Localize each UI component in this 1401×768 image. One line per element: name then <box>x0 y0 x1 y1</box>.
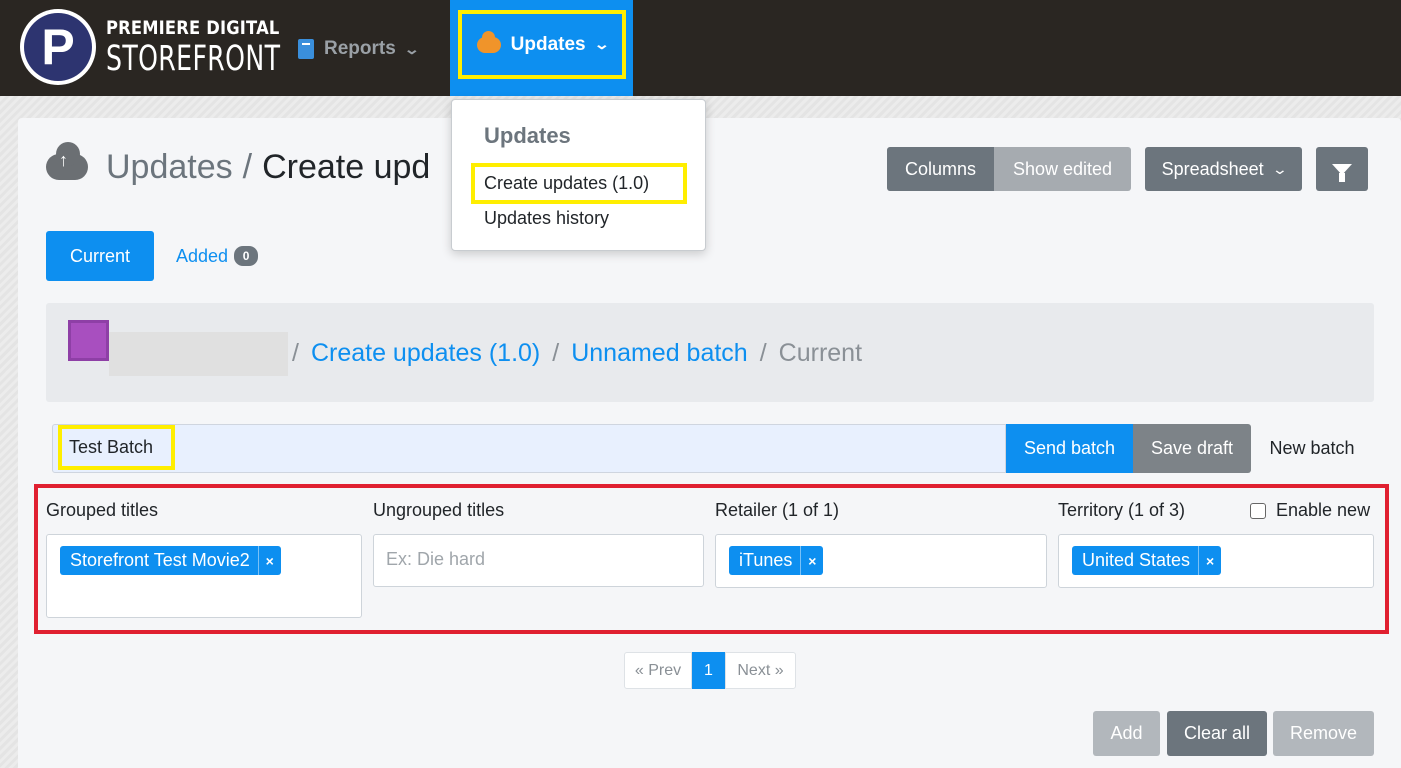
close-icon[interactable]: × <box>800 546 823 575</box>
breadcrumb-current: Current <box>778 338 863 367</box>
nav-updates-label: Updates <box>510 33 586 55</box>
tab-added[interactable]: Added 0 <box>176 231 259 281</box>
retailer-chip: iTunes × <box>729 546 824 575</box>
logo-letter: P <box>24 13 92 81</box>
new-batch-button[interactable]: New batch <box>1251 424 1373 473</box>
checkbox-icon[interactable] <box>1250 502 1266 519</box>
territory-chip: United States × <box>1072 546 1222 575</box>
chevron-down-icon: ⌄ <box>1271 160 1288 177</box>
grouped-title-chip: Storefront Test Movie2 × <box>60 546 281 575</box>
close-icon[interactable]: × <box>257 546 281 575</box>
show-edited-button[interactable]: Show edited <box>994 147 1131 191</box>
retailer-field[interactable]: iTunes × <box>715 534 1047 588</box>
territory-label: Territory (1 of 3) <box>1058 500 1186 520</box>
page-title-section: Updates <box>106 147 233 186</box>
breadcrumb-separator: / <box>292 338 299 367</box>
spreadsheet-label: Spreadsheet <box>1161 158 1264 179</box>
spreadsheet-button[interactable]: Spreadsheet ⌄ <box>1145 147 1302 191</box>
cloud-upload-icon <box>476 30 501 53</box>
columns-button[interactable]: Columns <box>887 147 994 191</box>
tab-added-label: Added <box>176 245 229 266</box>
clear-all-button[interactable]: Clear all <box>1167 711 1267 756</box>
enable-new-label: Enable new <box>1276 500 1371 520</box>
pagination: « Prev 1 Next » <box>624 652 796 689</box>
territory-field[interactable]: United States × <box>1058 534 1374 588</box>
top-navbar: P PREMIERE DIGITAL STOREFRONT Reports ⌄ … <box>0 0 1401 96</box>
chevron-down-icon: ⌄ <box>593 36 610 52</box>
nav-updates-highlight[interactable]: Updates ⌄ <box>458 10 626 79</box>
breadcrumb-separator: / <box>759 338 767 367</box>
add-button[interactable]: Add <box>1093 711 1160 756</box>
chevron-down-icon: ⌄ <box>403 40 420 57</box>
filter-button[interactable] <box>1316 147 1368 191</box>
pagination-prev[interactable]: « Prev <box>624 652 692 689</box>
chip-label: Storefront Test Movie2 <box>70 550 250 570</box>
nav-reports[interactable]: Reports ⌄ <box>298 34 420 64</box>
save-draft-button[interactable]: Save draft <box>1133 424 1251 473</box>
logo-line-2: STOREFRONT <box>106 39 281 79</box>
retailer-logo <box>68 320 109 361</box>
page-title-subsection: Create upd <box>262 147 431 186</box>
nav-updates[interactable]: Updates ⌄ <box>450 0 633 96</box>
page-title: Updates / Create upd <box>46 142 431 189</box>
ungrouped-titles-label: Ungrouped titles <box>373 500 505 520</box>
enable-new-checkbox[interactable]: Enable new <box>1250 500 1370 521</box>
tab-current[interactable]: Current <box>46 231 154 281</box>
storefront-logo[interactable]: P PREMIERE DIGITAL STOREFRONT <box>20 9 280 87</box>
remove-button[interactable]: Remove <box>1273 711 1374 756</box>
redacted-name <box>109 332 288 376</box>
breadcrumb-unnamed-batch[interactable]: Unnamed batch <box>571 339 748 368</box>
retailer-label: Retailer (1 of 1) <box>715 500 840 520</box>
ungrouped-titles-field[interactable]: Ex: Die hard <box>373 534 704 587</box>
page-title-separator: / <box>242 147 253 186</box>
ungrouped-placeholder: Ex: Die hard <box>386 549 486 569</box>
grouped-titles-field[interactable]: Storefront Test Movie2 × <box>46 534 362 618</box>
close-icon[interactable]: × <box>1198 546 1221 575</box>
send-batch-button[interactable]: Send batch <box>1006 424 1133 473</box>
cloud-upload-icon <box>46 142 88 180</box>
book-icon <box>298 39 314 59</box>
grouped-titles-label: Grouped titles <box>46 500 159 520</box>
menu-item-create-updates[interactable]: Create updates (1.0) <box>471 163 687 204</box>
breadcrumb-create-updates[interactable]: Create updates (1.0) <box>311 339 540 368</box>
chip-label: United States <box>1082 550 1191 570</box>
batch-name-value[interactable]: Test Batch <box>58 425 175 470</box>
breadcrumb: / Create updates (1.0) / Unnamed batch /… <box>292 335 862 371</box>
filter-icon <box>1332 163 1352 182</box>
added-count-badge: 0 <box>234 246 259 266</box>
updates-dropdown-menu: Updates Create updates (1.0) Updates his… <box>451 99 706 251</box>
batch-name-input[interactable] <box>52 424 1006 473</box>
logo-line-1: PREMIERE DIGITAL <box>106 17 280 39</box>
logo-badge: P <box>20 9 96 85</box>
breadcrumb-separator: / <box>552 338 560 367</box>
pagination-next[interactable]: Next » <box>725 652 796 689</box>
dropdown-header: Updates <box>484 123 571 148</box>
menu-item-updates-history[interactable]: Updates history <box>484 208 609 229</box>
chip-label: iTunes <box>739 550 793 570</box>
pagination-page[interactable]: 1 <box>692 652 725 689</box>
nav-reports-label: Reports <box>324 38 396 59</box>
